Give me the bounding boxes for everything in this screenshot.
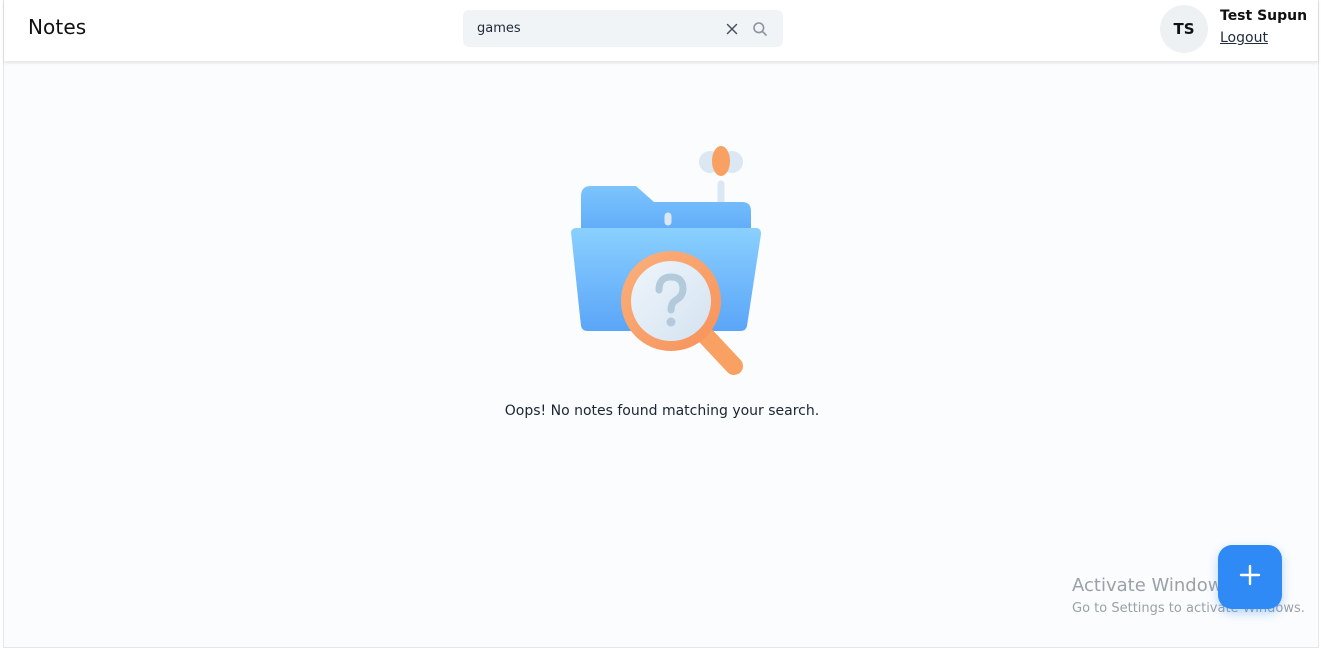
avatar[interactable]: TS bbox=[1160, 5, 1208, 53]
app-window: Notes TS Test Supun Logout bbox=[3, 0, 1319, 648]
close-icon[interactable] bbox=[724, 21, 740, 37]
plus-icon bbox=[1238, 563, 1262, 591]
search-input[interactable] bbox=[477, 10, 707, 47]
user-name: Test Supun bbox=[1220, 8, 1308, 24]
app-title: Notes bbox=[28, 15, 87, 39]
search-icon[interactable] bbox=[752, 21, 768, 37]
avatar-initials: TS bbox=[1173, 20, 1195, 38]
logout-link[interactable]: Logout bbox=[1220, 30, 1268, 46]
activation-watermark-title: Activate Windows bbox=[1072, 575, 1232, 596]
search-bar[interactable] bbox=[463, 10, 783, 47]
add-note-button[interactable] bbox=[1218, 545, 1282, 609]
top-bar: Notes TS Test Supun Logout bbox=[4, 0, 1318, 62]
folder-magnifier-question-icon bbox=[564, 142, 764, 382]
empty-state-message: Oops! No notes found matching your searc… bbox=[504, 403, 820, 419]
